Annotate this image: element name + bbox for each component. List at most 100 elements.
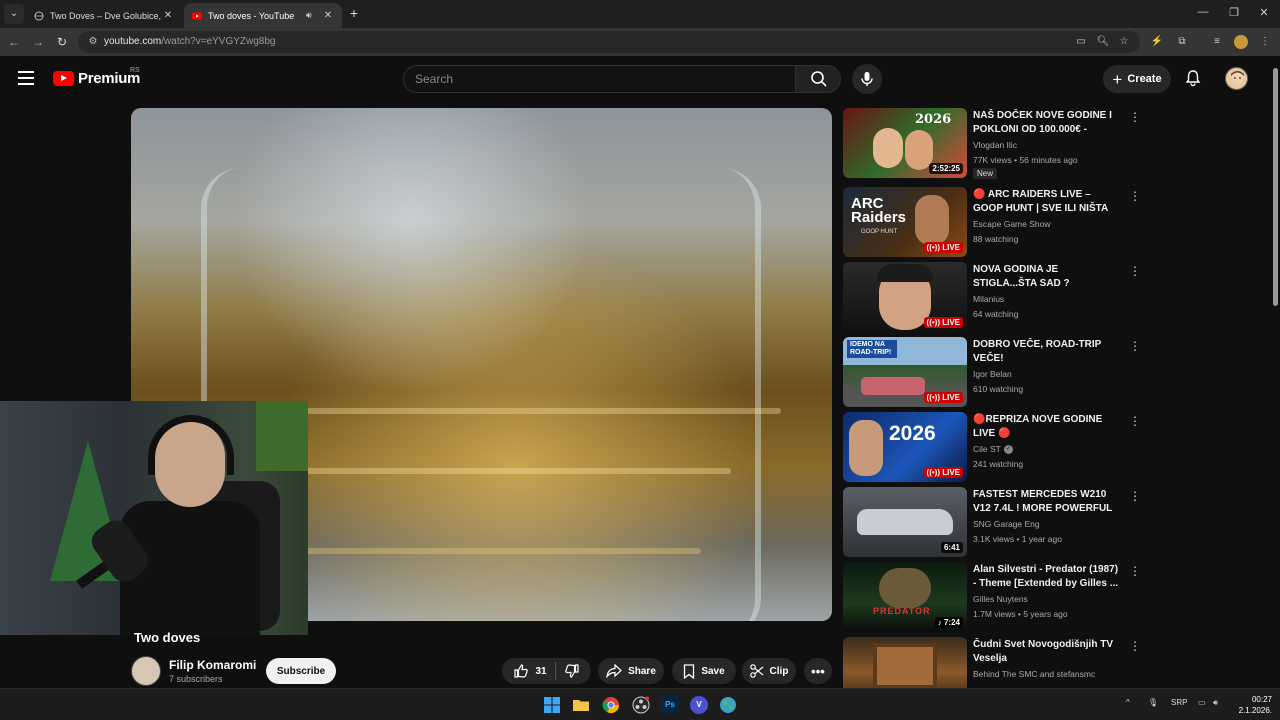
obs-studio-icon[interactable] — [632, 696, 650, 714]
taskbar-clock[interactable]: 00:27 2.1.2026. — [1232, 694, 1272, 716]
like-thumbs-up-icon[interactable] — [513, 663, 529, 679]
voice-search-button[interactable] — [852, 64, 882, 94]
recommendation-title[interactable]: Čudni Svet Novogodišnjih TV Veselja — [973, 638, 1123, 666]
channel-name[interactable]: Filip Komaromi — [169, 658, 256, 672]
speaker-icon[interactable]: 🔊︎ — [306, 10, 318, 21]
tab-search-button[interactable]: ⌄ — [4, 4, 24, 24]
vpn-icon[interactable]: V — [690, 696, 708, 714]
search-input[interactable] — [404, 66, 795, 92]
media-controls-icon[interactable]: ≡ — [1210, 35, 1224, 49]
like-count[interactable]: 31 — [535, 666, 546, 677]
search-button[interactable] — [795, 65, 841, 93]
tray-overflow-chevron-icon[interactable]: ^ — [1126, 698, 1130, 707]
new-tab-button[interactable]: + — [346, 5, 362, 21]
recommendation-item[interactable]: IDEMO NA ROAD-TRIP! ((•)) LIVE DOBRO VEČ… — [843, 337, 1143, 407]
recommendation-channel[interactable]: Escape Game Show — [973, 219, 1050, 229]
hamburger-menu-icon[interactable] — [18, 71, 34, 85]
globe-app-icon[interactable] — [719, 696, 737, 714]
tab-youtube[interactable]: Two doves - YouTube 🔊︎ ✕ — [184, 3, 342, 28]
recommendation-channel[interactable]: Cile ST ✓ — [973, 444, 1013, 455]
more-vertical-icon[interactable]: ⋮ — [1129, 264, 1141, 278]
tab-two-doves-article[interactable]: Two Doves – Dve Golubice, dom ✕ — [26, 3, 182, 28]
more-vertical-icon[interactable]: ⋮ — [1129, 414, 1141, 428]
recommendation-title[interactable]: 🔴 ARC RAIDERS LIVE – GOOP HUNT | SVE ILI… — [973, 188, 1123, 216]
subscribe-button[interactable]: Subscribe — [266, 658, 336, 684]
tray-volume-icon[interactable]: 🔊︎ — [1213, 698, 1218, 708]
video-thumbnail[interactable] — [843, 637, 967, 688]
close-tab-icon[interactable]: ✕ — [162, 10, 174, 21]
more-vertical-icon[interactable]: ⋮ — [1129, 564, 1141, 578]
recommendation-item[interactable]: ARC Raiders GOOP HUNT ((•)) LIVE 🔴 ARC R… — [843, 187, 1143, 257]
channel-avatar[interactable] — [131, 656, 161, 686]
tray-microphone-icon[interactable]: 🎙︎ — [1148, 698, 1158, 707]
more-vertical-icon[interactable]: ⋮ — [1129, 189, 1141, 203]
more-vertical-icon[interactable]: ⋮ — [1129, 110, 1141, 124]
reload-icon[interactable]: ↻ — [54, 34, 70, 50]
recommendation-item[interactable]: PREDATOR ♪ 7:24 Alan Silvestri - Predato… — [843, 562, 1143, 632]
recommendation-channel[interactable]: SNG Garage Eng — [973, 519, 1040, 529]
recommendation-title[interactable]: DOBRO VEČE, ROAD-TRIP VEČE! — [973, 338, 1123, 366]
language-indicator[interactable]: SRP — [1171, 698, 1187, 707]
photoshop-icon[interactable]: Ps — [661, 696, 679, 714]
page-scrollbar[interactable] — [1270, 56, 1280, 688]
forward-arrow-icon[interactable]: → — [30, 34, 46, 50]
recommendation-channel[interactable]: Igor Belan — [973, 369, 1012, 379]
more-actions-button[interactable]: ••• — [804, 658, 832, 684]
notifications-bell-icon[interactable] — [1184, 69, 1202, 87]
recommendation-title[interactable]: Alan Silvestri - Predator (1987) - Theme… — [973, 563, 1123, 591]
youtube-logo-icon[interactable] — [53, 71, 74, 86]
recommendation-channel[interactable]: Milanius — [973, 294, 1004, 304]
account-avatar[interactable] — [1225, 67, 1248, 90]
recommendation-channel[interactable]: Behind The SMC and stefansmc — [973, 669, 1095, 679]
recommendation-item[interactable]: ((•)) LIVE NOVA GODINA JE STIGLA...ŠTA S… — [843, 262, 1143, 332]
cast-icon[interactable]: ▭ — [1074, 35, 1088, 49]
restore-icon[interactable]: ❐ — [1226, 6, 1242, 19]
dislike-thumbs-down-icon[interactable] — [564, 663, 580, 679]
create-button[interactable]: + Create — [1103, 65, 1171, 93]
windows-start-icon[interactable] — [543, 696, 561, 714]
recommendation-title[interactable]: 🔴REPRIZA NOVE GODINE LIVE 🔴 — [973, 413, 1123, 441]
video-thumbnail[interactable]: 2026 ((•)) LIVE — [843, 412, 967, 482]
chrome-icon[interactable] — [602, 696, 620, 714]
recommendation-item[interactable]: 6:41 FASTEST MERCEDES W210 V12 7.4L ! MO… — [843, 487, 1143, 557]
search-field[interactable] — [403, 65, 796, 93]
recommendation-item[interactable]: Čudni Svet Novogodišnjih TV Veselja Behi… — [843, 637, 1143, 688]
minimize-icon[interactable]: — — [1195, 6, 1211, 18]
url-text[interactable]: youtube.com/watch?v=eYVGYZwg8bg — [104, 36, 276, 47]
scrollbar-thumb[interactable] — [1273, 68, 1278, 306]
extension-icon[interactable]: ⚡ — [1150, 35, 1164, 49]
recommendation-item[interactable]: 2026 ((•)) LIVE 🔴REPRIZA NOVE GODINE LIV… — [843, 412, 1143, 482]
more-vertical-icon[interactable]: ⋮ — [1129, 639, 1141, 653]
recommendation-title[interactable]: FASTEST MERCEDES W210 V12 7.4L ! MORE PO… — [973, 488, 1123, 516]
recommendation-channel[interactable]: Gilles Nuytens — [973, 594, 1028, 604]
bookmark-star-icon[interactable]: ☆ — [1117, 35, 1131, 49]
site-info-icon[interactable]: ⚙ — [86, 35, 100, 49]
video-thumbnail[interactable]: 2026 2:52:25 — [843, 108, 967, 178]
address-bar[interactable]: ⚙ youtube.com/watch?v=eYVGYZwg8bg — [78, 31, 1140, 53]
save-button[interactable]: Save — [672, 658, 736, 684]
video-thumbnail[interactable]: ARC Raiders GOOP HUNT ((•)) LIVE — [843, 187, 967, 257]
back-arrow-icon[interactable]: ← — [6, 34, 22, 50]
zoom-icon[interactable]: 🔍︎ — [1096, 35, 1110, 49]
close-tab-icon[interactable]: ✕ — [322, 10, 334, 21]
video-thumbnail[interactable]: PREDATOR ♪ 7:24 — [843, 562, 967, 632]
more-vertical-icon[interactable]: ⋮ — [1129, 489, 1141, 503]
share-button[interactable]: Share — [598, 658, 664, 684]
file-explorer-icon[interactable] — [572, 696, 590, 714]
recommendation-title[interactable]: NOVA GODINA JE STIGLA...ŠTA SAD ? — [973, 263, 1123, 291]
puzzle-icon[interactable]: ⧉ — [1175, 35, 1189, 49]
more-vertical-icon[interactable]: ⋮ — [1129, 339, 1141, 353]
recommendation-channel[interactable]: Vlogdan Ilic — [973, 140, 1017, 150]
video-thumbnail[interactable]: IDEMO NA ROAD-TRIP! ((•)) LIVE — [843, 337, 967, 407]
tray-monitor-icon[interactable]: ▭ — [1198, 698, 1206, 707]
recommendation-title[interactable]: NAŠ DOČEK NOVE GODINE I POKLONI OD 100.0… — [973, 109, 1123, 137]
profile-avatar[interactable] — [1234, 35, 1248, 49]
close-window-icon[interactable]: ✕ — [1256, 6, 1272, 19]
clip-button[interactable]: Clip — [742, 658, 796, 684]
video-thumbnail[interactable]: 6:41 — [843, 487, 967, 557]
menu-kebab-icon[interactable]: ⋮ — [1258, 35, 1272, 49]
thumbnail-person — [873, 128, 903, 168]
video-thumbnail[interactable]: ((•)) LIVE — [843, 262, 967, 332]
recommendation-item[interactable]: 2026 2:52:25 NAŠ DOČEK NOVE GODINE I POK… — [843, 108, 1143, 179]
share-arrow-icon — [606, 664, 622, 678]
